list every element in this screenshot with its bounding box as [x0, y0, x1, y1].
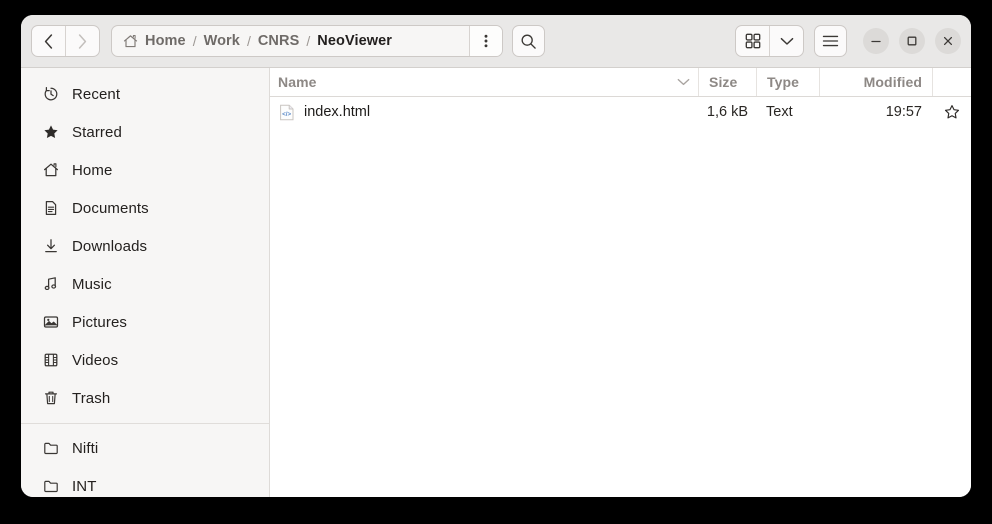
column-header-type[interactable]: Type: [756, 68, 819, 96]
html-file-icon: </>: [279, 104, 295, 121]
column-header-star: [932, 68, 971, 96]
file-manager-window: Home / Work / CNRS / NeoViewer: [21, 15, 971, 497]
clock-icon: [42, 86, 59, 103]
file-list-header: Name Size Type Modified: [270, 68, 971, 97]
view-switcher: [735, 25, 804, 57]
sidebar-item-label: Pictures: [72, 314, 127, 331]
breadcrumb-separator: /: [186, 33, 204, 49]
file-type-cell: Text: [756, 104, 819, 120]
chevron-down-icon: [780, 37, 794, 46]
sidebar-item-label: Downloads: [72, 238, 147, 255]
view-options-button[interactable]: [769, 26, 803, 56]
column-header-size[interactable]: Size: [698, 68, 756, 96]
maximize-button[interactable]: [899, 28, 925, 54]
close-icon: [942, 35, 954, 47]
file-star-button[interactable]: [932, 104, 971, 120]
chevron-right-icon: [78, 34, 87, 49]
column-header-modified[interactable]: Modified: [819, 68, 932, 96]
chevron-left-icon: [44, 34, 53, 49]
sidebar-item-trash[interactable]: Trash: [27, 379, 263, 417]
sidebar-item-starred[interactable]: Starred: [27, 113, 263, 151]
chevron-down-icon: [677, 78, 690, 86]
breadcrumb-separator: /: [240, 33, 258, 49]
search-icon: [520, 33, 537, 50]
file-name-label: index.html: [304, 104, 370, 120]
table-row[interactable]: </> index.html 1,6 kB Text 19:57: [270, 97, 971, 127]
header-left-group: Home / Work / CNRS / NeoViewer: [31, 25, 545, 57]
header-right-group: [735, 25, 961, 57]
sidebar-item-label: Videos: [72, 352, 118, 369]
column-header-label: Name: [278, 74, 317, 90]
music-note-icon: [42, 276, 59, 293]
close-button[interactable]: [935, 28, 961, 54]
sidebar: Recent Starred Home: [21, 68, 270, 497]
forward-button[interactable]: [65, 26, 99, 56]
breadcrumb: Home / Work / CNRS / NeoViewer: [123, 33, 469, 49]
sidebar-item-documents[interactable]: Documents: [27, 189, 263, 227]
star-outline-icon: [944, 104, 960, 120]
column-header-name[interactable]: Name: [270, 68, 698, 96]
column-header-label: Size: [709, 74, 737, 90]
header-bar: Home / Work / CNRS / NeoViewer: [21, 15, 971, 68]
svg-text:</>: </>: [282, 111, 291, 118]
breadcrumb-item-cnrs[interactable]: CNRS: [258, 33, 300, 49]
back-button[interactable]: [32, 26, 65, 56]
hamburger-menu-icon: [822, 34, 839, 48]
minimize-button[interactable]: [863, 28, 889, 54]
sidebar-item-int[interactable]: INT: [27, 467, 263, 497]
grid-view-icon: [745, 33, 761, 49]
sidebar-item-music[interactable]: Music: [27, 265, 263, 303]
sidebar-item-recent[interactable]: Recent: [27, 75, 263, 113]
sidebar-item-label: Music: [72, 276, 112, 293]
breadcrumb-separator: /: [299, 33, 317, 49]
sidebar-item-label: Documents: [72, 200, 149, 217]
breadcrumb-item-home[interactable]: Home: [145, 33, 186, 49]
window-body: Recent Starred Home: [21, 68, 971, 497]
path-menu-button[interactable]: [469, 26, 502, 56]
sidebar-separator: [21, 423, 269, 424]
sidebar-item-label: Trash: [72, 390, 110, 407]
column-header-label: Modified: [864, 74, 922, 90]
sidebar-item-downloads[interactable]: Downloads: [27, 227, 263, 265]
file-modified-cell: 19:57: [819, 104, 932, 120]
search-button[interactable]: [512, 25, 545, 57]
sidebar-item-label: Recent: [72, 86, 120, 103]
sidebar-item-label: Nifti: [72, 440, 98, 457]
star-filled-icon: [42, 124, 59, 141]
home-icon: [42, 162, 59, 179]
navigation-buttons: [31, 25, 100, 57]
sidebar-item-label: Starred: [72, 124, 122, 141]
path-bar[interactable]: Home / Work / CNRS / NeoViewer: [111, 25, 503, 57]
home-icon[interactable]: [123, 34, 138, 49]
file-list: Name Size Type Modified: [270, 68, 971, 497]
folder-icon: [42, 478, 59, 495]
document-icon: [42, 200, 59, 217]
sidebar-item-home[interactable]: Home: [27, 151, 263, 189]
sidebar-item-label: INT: [72, 478, 96, 495]
download-icon: [42, 238, 59, 255]
kebab-menu-icon: [484, 33, 488, 49]
file-size-cell: 1,6 kB: [698, 104, 756, 120]
breadcrumb-item-work[interactable]: Work: [204, 33, 240, 49]
breadcrumb-item-neoviewer[interactable]: NeoViewer: [317, 33, 392, 49]
file-name-cell: </> index.html: [270, 104, 698, 121]
sidebar-item-videos[interactable]: Videos: [27, 341, 263, 379]
trash-icon: [42, 390, 59, 407]
grid-view-button[interactable]: [736, 26, 769, 56]
maximize-icon: [906, 35, 918, 47]
film-icon: [42, 352, 59, 369]
column-header-label: Type: [767, 74, 799, 90]
sidebar-item-pictures[interactable]: Pictures: [27, 303, 263, 341]
image-icon: [42, 314, 59, 331]
folder-icon: [42, 440, 59, 457]
main-menu-button[interactable]: [814, 25, 847, 57]
sidebar-item-label: Home: [72, 162, 112, 179]
minimize-icon: [870, 35, 882, 47]
sidebar-item-nifti[interactable]: Nifti: [27, 429, 263, 467]
